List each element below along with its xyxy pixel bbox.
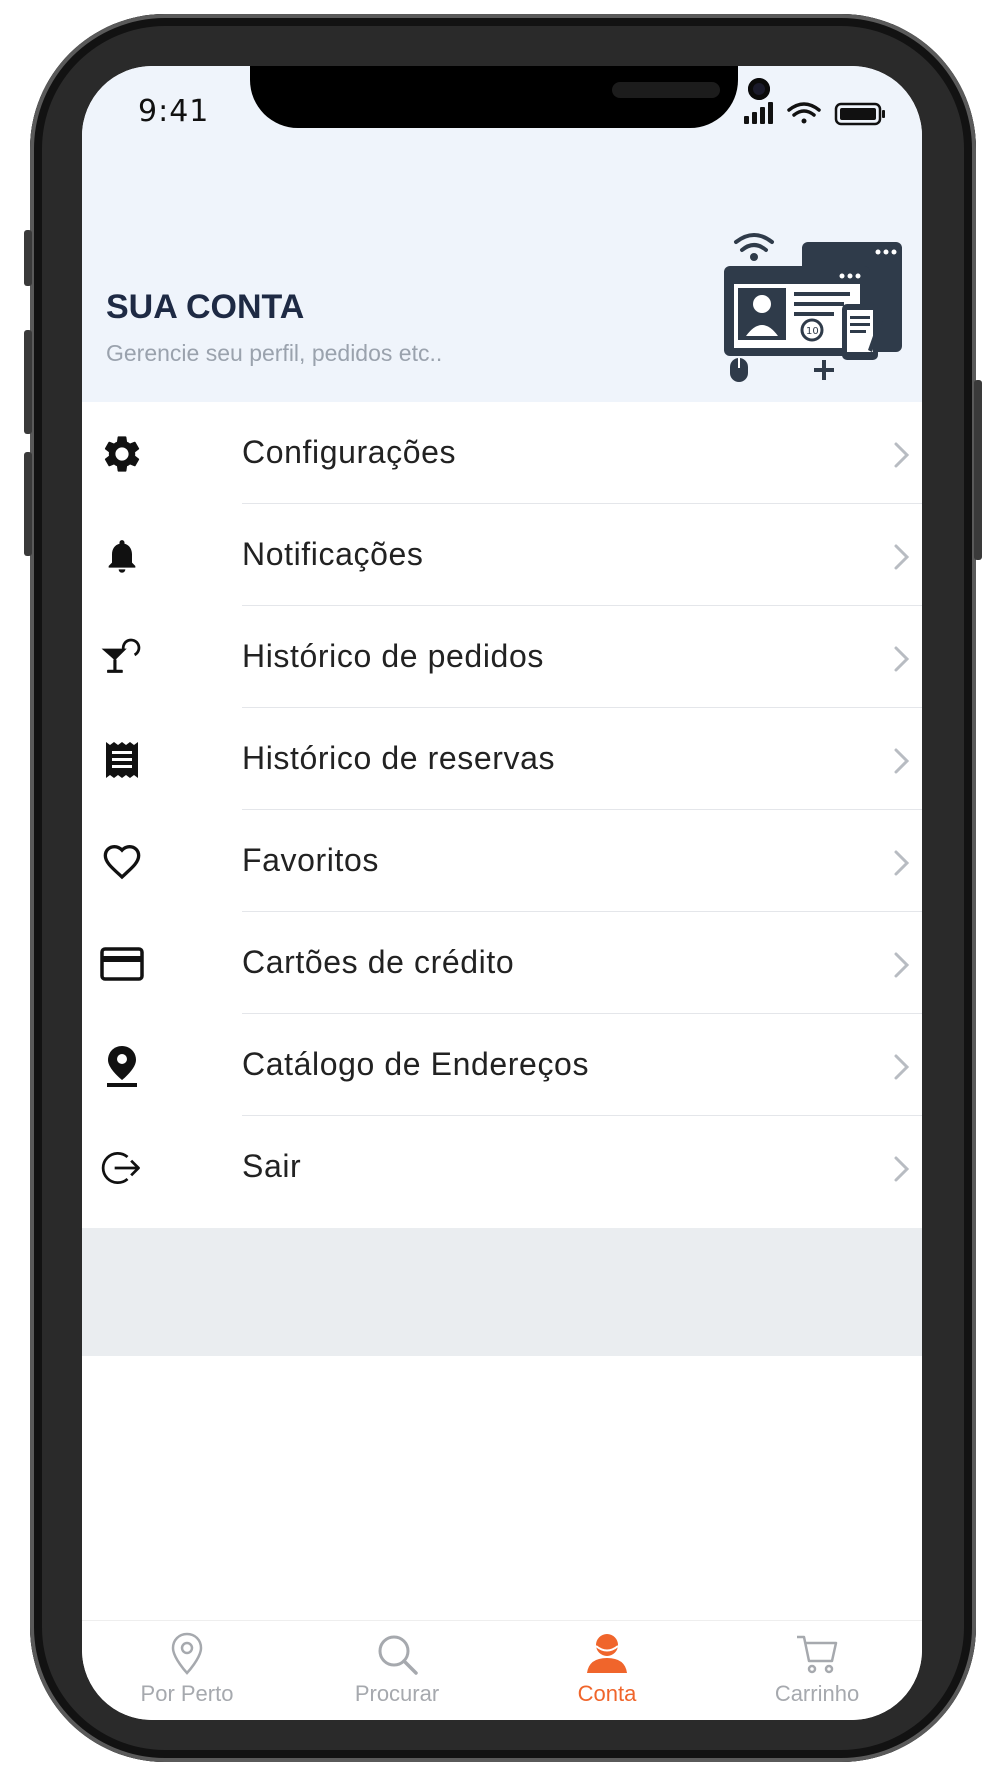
menu-item-label: Catálogo de Endereços (242, 1046, 590, 1082)
tab-label: Por Perto (140, 1681, 234, 1706)
search-icon (378, 1635, 418, 1675)
account-menu: Configurações Notificações Histórico de … (82, 402, 922, 1218)
heart-icon (100, 840, 144, 884)
volume-down-button (24, 452, 32, 556)
menu-item-configuracoes[interactable]: Configurações (82, 402, 922, 504)
page-title: SUA CONTA (106, 288, 305, 326)
menu-item-favoritos[interactable]: Favoritos (82, 810, 922, 912)
chevron-right-icon (894, 850, 910, 876)
signal-icon (744, 102, 773, 124)
tab-label: Conta (577, 1681, 637, 1706)
location-pin-icon (100, 1044, 144, 1088)
account-illustration-icon: 10 (724, 233, 902, 382)
menu-item-label: Histórico de pedidos (242, 638, 544, 674)
chevron-right-icon (894, 544, 910, 570)
menu-item-sair[interactable]: Sair (82, 1116, 922, 1218)
chevron-right-icon (894, 748, 910, 774)
gear-icon (100, 432, 144, 476)
cart-icon (797, 1635, 838, 1674)
cocktail-icon (100, 636, 144, 680)
menu-item-label: Cartões de crédito (242, 944, 515, 980)
phone-screen: 9:41 SUA CONTA Gerencie seu perfil, pedi… (82, 66, 922, 1720)
chevron-right-icon (894, 952, 910, 978)
bell-icon (100, 534, 144, 578)
notch (250, 66, 770, 128)
chevron-right-icon (894, 646, 910, 672)
menu-item-label: Notificações (242, 536, 424, 572)
menu-item-notificacoes[interactable]: Notificações (82, 504, 922, 606)
tab-procurar[interactable]: Procurar (292, 1621, 502, 1720)
wifi-icon (787, 102, 821, 124)
user-icon (587, 1634, 627, 1673)
menu-footer-band (82, 1228, 922, 1356)
menu-item-label: Histórico de reservas (242, 740, 556, 776)
menu-item-enderecos[interactable]: Catálogo de Endereços (82, 1014, 922, 1116)
status-indicators (744, 102, 885, 126)
menu-item-historico-reservas[interactable]: Histórico de reservas (82, 708, 922, 810)
chevron-right-icon (894, 1054, 910, 1080)
map-pin-icon (171, 1632, 203, 1675)
front-camera (748, 78, 770, 100)
mute-switch (24, 230, 32, 286)
menu-item-label: Favoritos (242, 842, 379, 878)
menu-item-cartoes[interactable]: Cartões de crédito (82, 912, 922, 1014)
receipt-icon (100, 738, 144, 782)
tab-por-perto[interactable]: Por Perto (82, 1621, 292, 1720)
credit-card-icon (100, 942, 144, 986)
logout-icon (100, 1146, 144, 1190)
battery-icon (834, 102, 885, 126)
chevron-right-icon (894, 442, 910, 468)
menu-item-label: Configurações (242, 434, 457, 470)
tab-label: Procurar (354, 1681, 440, 1706)
earpiece-speaker (612, 82, 720, 98)
menu-item-label: Sair (242, 1148, 302, 1184)
volume-up-button (24, 330, 32, 434)
power-button (974, 380, 982, 560)
status-time: 9:41 (138, 94, 210, 129)
tab-label: Carrinho (774, 1681, 860, 1706)
tab-carrinho[interactable]: Carrinho (712, 1621, 922, 1720)
tab-conta[interactable]: Conta (502, 1621, 712, 1720)
page-subtitle: Gerencie seu perfil, pedidos etc.. (106, 340, 443, 366)
chevron-right-icon (894, 1156, 910, 1182)
account-header: 9:41 SUA CONTA Gerencie seu perfil, pedi… (82, 66, 922, 402)
menu-item-historico-pedidos[interactable]: Histórico de pedidos (82, 606, 922, 708)
svg-text:10: 10 (806, 326, 819, 337)
bottom-tab-bar: Por Perto Procurar Conta Carrinho (82, 1620, 922, 1720)
